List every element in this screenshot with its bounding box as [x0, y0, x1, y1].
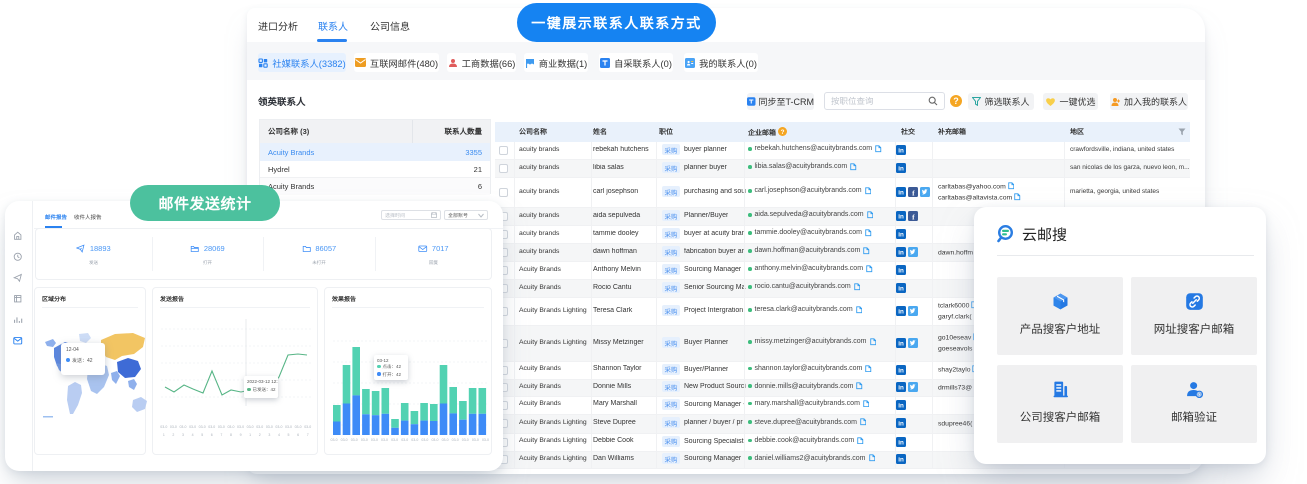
svg-text:in: in	[898, 402, 904, 409]
svg-text:?: ?	[781, 129, 785, 136]
svg-text:in: in	[898, 148, 904, 155]
svg-text:in: in	[898, 286, 904, 293]
svg-text:in: in	[898, 457, 904, 464]
svg-text:in: in	[898, 367, 904, 374]
svg-text:in: in	[898, 214, 904, 221]
svg-text:in: in	[898, 268, 904, 275]
svg-text:in: in	[898, 190, 904, 197]
svg-text:in: in	[898, 166, 904, 173]
svg-text:in: in	[898, 250, 904, 257]
svg-text:in: in	[898, 341, 904, 348]
svg-text:in: in	[898, 385, 904, 392]
svg-text:in: in	[898, 439, 904, 446]
svg-text:in: in	[898, 232, 904, 239]
svg-text:in: in	[898, 309, 904, 316]
svg-text:@: @	[1196, 392, 1202, 398]
svg-text:in: in	[898, 421, 904, 428]
